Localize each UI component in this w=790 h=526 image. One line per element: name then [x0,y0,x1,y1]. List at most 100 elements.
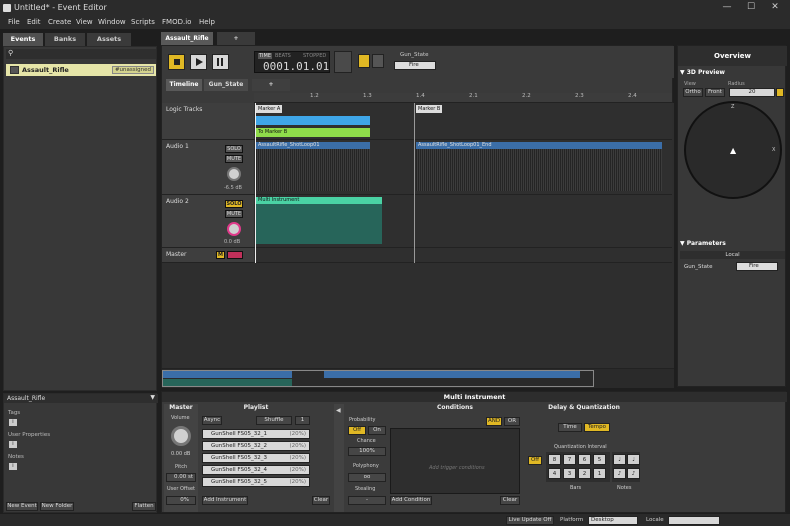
maximize-button[interactable]: ☐ [742,2,760,12]
async-button[interactable]: Async [202,416,222,425]
lock-icon[interactable] [776,88,784,97]
timeline-ruler[interactable]: 1.2 1.3 1.4 2.1 2.2 2.3 2.4 [254,93,672,103]
menu-file[interactable]: File [8,18,20,26]
audio2-lane[interactable]: Multi Instrument [254,195,672,248]
list-view-icon[interactable] [358,54,370,68]
tab-gun-state[interactable]: Gun_State [204,79,248,91]
tab-banks[interactable]: Banks [45,33,85,46]
count-field[interactable]: 1 [295,416,310,425]
note-eighth-icon[interactable]: ♪ [613,468,626,479]
tempo-button[interactable]: Tempo [584,423,610,432]
bars-2[interactable]: 2 [578,468,591,479]
pitch-field[interactable]: 0.00 st [166,473,196,482]
and-button[interactable]: AND [486,417,502,426]
shuffle-select[interactable]: Shuffle [256,416,292,425]
note-half-icon[interactable]: ♩ [613,454,626,465]
param-value-field[interactable]: Fire [736,262,778,271]
beats-mode[interactable]: BEATS [275,53,291,59]
close-button[interactable]: ✕ [766,2,784,12]
offset-field[interactable]: 0% [166,496,196,505]
platform-select[interactable]: Desktop [588,516,638,525]
front-button[interactable]: Front [705,88,725,97]
new-folder-button[interactable]: New Folder [40,502,74,511]
minimize-button[interactable]: — [718,2,736,12]
info-icon[interactable]: i [9,463,17,470]
playlist-item[interactable]: GunShell FS05_32_4 (20%) [202,465,310,475]
menu-help[interactable]: Help [199,18,215,26]
add-sheet-button[interactable]: + [252,79,290,91]
trigger-collapse[interactable]: ◀ [334,404,344,512]
volume-knob[interactable] [227,167,241,181]
logic-tracks-lane[interactable]: Marker A Marker B To Marker B [254,103,672,140]
parameters-header[interactable]: ▼ Parameters [680,240,785,249]
play-button[interactable] [190,54,207,70]
stop-button[interactable] [168,54,185,70]
or-button[interactable]: OR [504,417,520,426]
playlist-item[interactable]: GunShell FS05_32_3 (20%) [202,453,310,463]
quantization-off-button[interactable]: Off [528,456,542,465]
menu-edit[interactable]: Edit [27,18,41,26]
volume-knob[interactable] [227,222,241,236]
playlist-item[interactable]: GunShell FS05_32_5 (20%) [202,477,310,487]
mute-button[interactable]: MUTE [225,155,243,163]
solo-button[interactable]: SOLO [225,200,243,208]
info-icon[interactable]: i [9,419,17,426]
menu-window[interactable]: Window [98,18,126,26]
scroll-thumb[interactable] [162,370,594,387]
locale-select[interactable] [668,516,720,525]
tab-events[interactable]: Events [3,33,43,46]
volume-knob[interactable] [171,426,191,446]
note-quarter-icon[interactable]: ♩ [627,454,640,465]
tab-timeline[interactable]: Timeline [166,79,202,91]
marker-b[interactable]: Marker B [416,105,442,113]
menu-create[interactable]: Create [48,18,71,26]
note-sixteenth-icon[interactable]: ♪ [627,468,640,479]
mute-button[interactable]: MUTE [225,210,243,218]
bars-7[interactable]: 7 [563,454,576,465]
bars-4[interactable]: 4 [548,468,561,479]
loop-region[interactable] [256,116,370,125]
mute-button[interactable]: M [216,251,225,259]
loop-toggle[interactable] [334,51,352,73]
tab-assault-rifle[interactable]: Assault_Rifle [161,32,213,45]
solo-button[interactable]: SOLO [225,145,243,153]
marker-a[interactable]: Marker A [256,105,282,113]
add-tab-button[interactable]: + [217,32,255,45]
transition-region[interactable]: To Marker B [256,128,370,137]
probability-off-button[interactable]: Off [348,426,366,435]
listener-icon[interactable]: ▲ [730,146,736,155]
time-button[interactable]: Time [558,423,582,432]
menu-fmodio[interactable]: FMOD.io [162,18,191,26]
bars-8[interactable]: 8 [548,454,561,465]
tab-assets[interactable]: Assets [87,33,131,46]
list-item[interactable]: Assault_Rifle #unassigned [6,64,156,76]
multi-instrument-region[interactable]: Multi Instrument [256,197,382,204]
chevron-down-icon[interactable]: ▼ [150,394,155,401]
stealing-select[interactable]: - [348,496,386,505]
playlist-item[interactable]: GunShell FS05_32_1 (20%) [202,429,310,439]
probability-on-button[interactable]: On [368,426,386,435]
overview-scrollbar[interactable] [162,368,674,388]
pause-button[interactable] [212,54,229,70]
search-input[interactable]: ⚲ [6,49,156,59]
conditions-box[interactable]: Add trigger conditions [390,428,520,494]
polyphony-field[interactable]: oo [348,473,386,482]
radius-field[interactable]: 20 [729,88,775,97]
ortho-button[interactable]: Ortho [683,88,703,97]
3d-preview-sphere[interactable]: Z X ▲ [684,101,782,199]
playhead[interactable] [255,103,256,263]
add-condition-button[interactable]: Add Condition [390,496,432,505]
param-value-field[interactable]: Fire [394,61,436,70]
time-mode[interactable]: TIME [258,53,273,59]
grid-view-icon[interactable] [372,54,384,68]
info-icon[interactable]: i [9,441,17,448]
master-lane[interactable] [254,248,672,263]
chance-field[interactable]: 100% [348,447,386,456]
clear-button[interactable]: Clear [312,496,330,505]
live-update-button[interactable]: Live Update Off [506,516,554,525]
clear-conditions-button[interactable]: Clear [500,496,520,505]
bars-1[interactable]: 1 [593,468,606,479]
audio-region[interactable]: AssaultRifle_ShotLoop01_End [416,142,662,149]
menu-scripts[interactable]: Scripts [131,18,155,26]
bars-5[interactable]: 5 [593,454,606,465]
